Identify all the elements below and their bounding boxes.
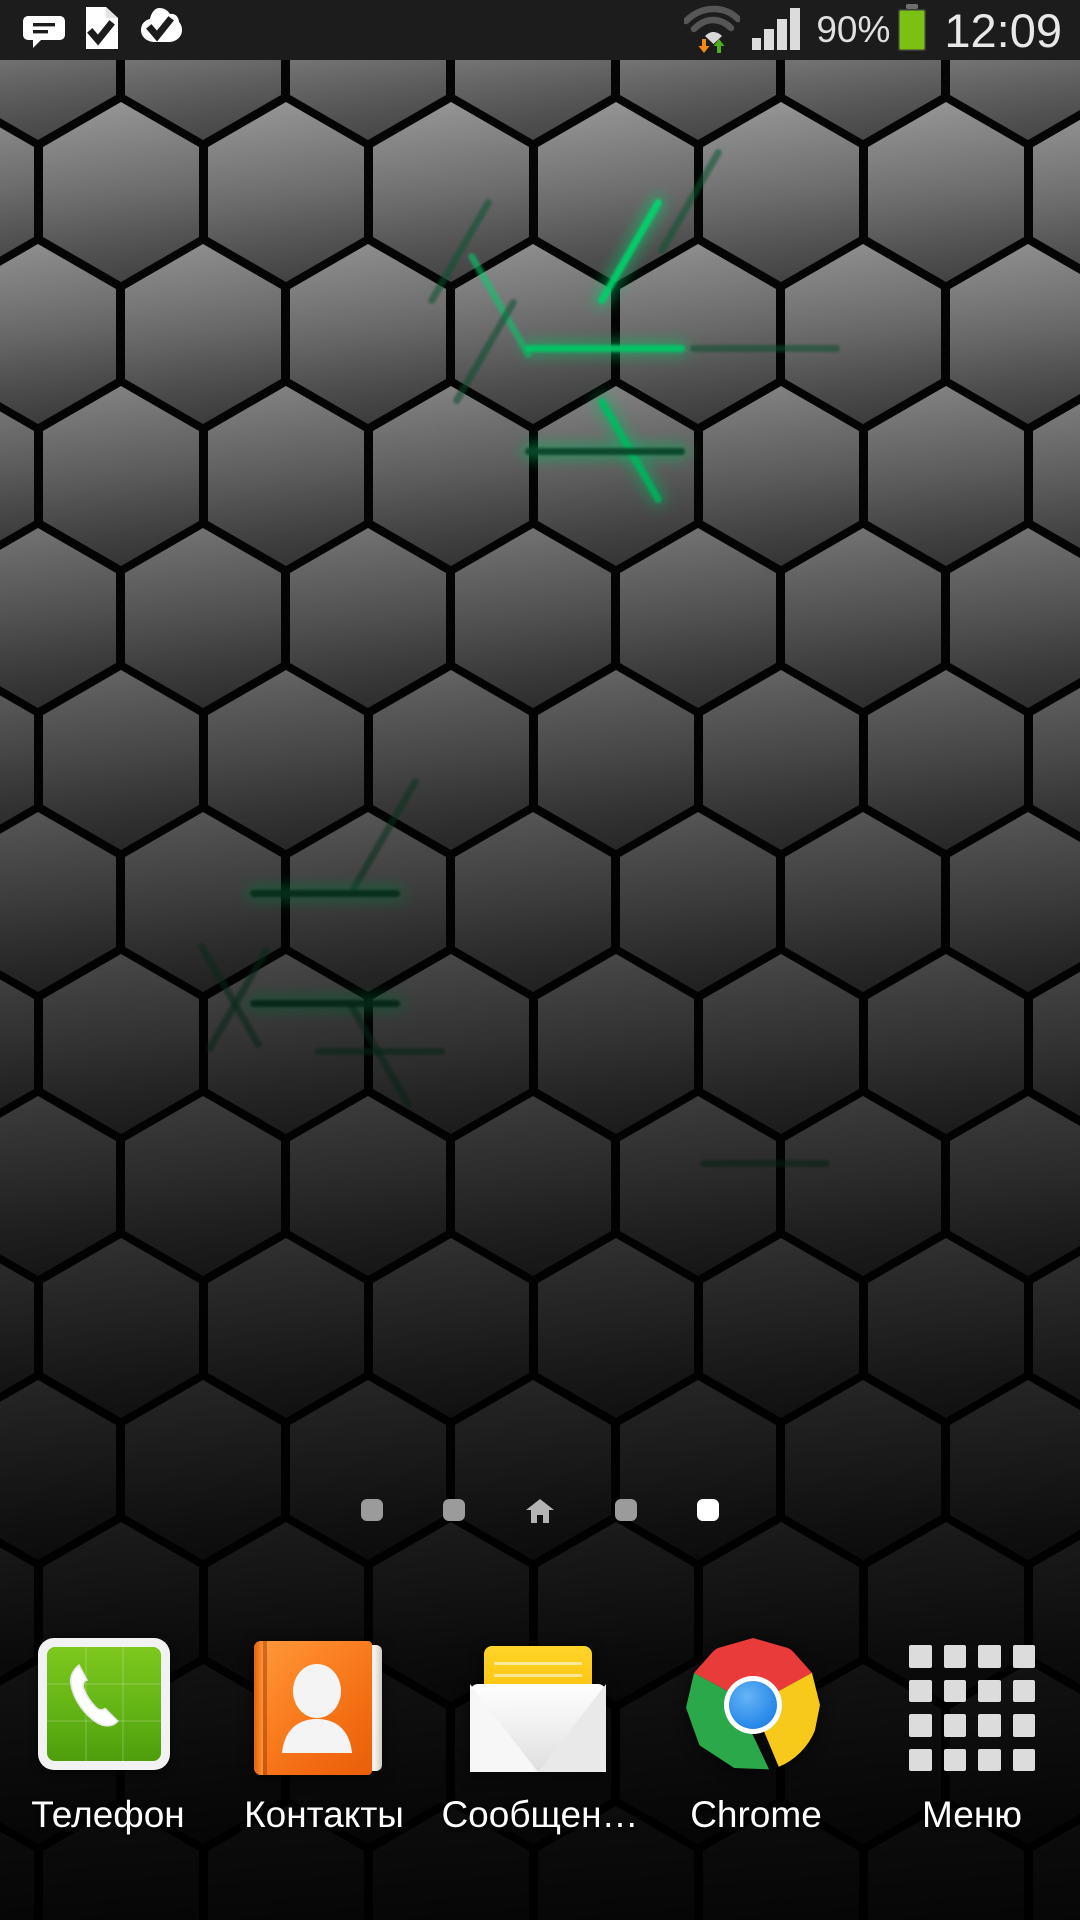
wallpaper-hexagon <box>620 528 776 708</box>
wallpaper-hexagon <box>125 244 281 424</box>
wallpaper-hexagon <box>43 386 199 566</box>
phone-icon[interactable] <box>38 1638 178 1778</box>
wallpaper-hexagon <box>125 1380 281 1560</box>
page-dot-1[interactable] <box>361 1499 383 1521</box>
wallpaper-hexagon <box>703 954 859 1134</box>
wallpaper-hexagon <box>620 1380 776 1560</box>
wallpaper-hexagon <box>208 386 364 566</box>
wallpaper-hexagon <box>0 1096 116 1276</box>
wallpaper-hexagon <box>43 102 199 282</box>
wallpaper-hexagon <box>950 1380 1080 1560</box>
dock-label-phone: Телефон <box>31 1794 185 1835</box>
wallpaper-hexagon <box>950 1096 1080 1276</box>
battery-icon <box>894 3 930 58</box>
document-check-icon <box>82 5 122 56</box>
page-indicator[interactable] <box>0 1490 1080 1530</box>
wallpaper-hexagon <box>208 1238 364 1418</box>
wallpaper-hexagon <box>0 244 116 424</box>
wallpaper-hexagon <box>290 1380 446 1560</box>
wallpaper-hexagon <box>703 386 859 566</box>
page-dot-5[interactable] <box>697 1499 719 1521</box>
dock-label-app-drawer: Меню <box>922 1794 1022 1835</box>
dock-item-contacts[interactable]: Контакты <box>216 1620 432 1920</box>
page-dot-2[interactable] <box>443 1499 465 1521</box>
status-bar[interactable]: 90% 12:09 <box>0 0 1080 60</box>
wallpaper-hexagon <box>950 812 1080 992</box>
wallpaper-hexagon <box>455 244 611 424</box>
status-bar-system-icons[interactable]: 90% 12:09 <box>683 3 1080 58</box>
app-drawer-grid-icon[interactable] <box>902 1638 1042 1778</box>
wallpaper-hexagon <box>703 670 859 850</box>
contacts-icon[interactable] <box>254 1638 394 1778</box>
chrome-icon[interactable] <box>686 1638 826 1778</box>
wallpaper-hexagon <box>0 1380 116 1560</box>
dock: Телефон Контакты Сообщен… Chrome Меню <box>0 1620 1080 1920</box>
wallpaper-hexagon <box>290 1096 446 1276</box>
wallpaper-hexagon <box>868 954 1024 1134</box>
wallpaper-hexagon <box>43 670 199 850</box>
wallpaper-hexagon <box>620 812 776 992</box>
wallpaper-hexagon <box>868 670 1024 850</box>
wallpaper-hexagon <box>290 528 446 708</box>
wallpaper-hexagon <box>373 954 529 1134</box>
wallpaper-hexagon <box>620 244 776 424</box>
wallpaper-hexagon <box>620 1096 776 1276</box>
wallpaper-hexagon <box>290 812 446 992</box>
wallpaper-hexagon <box>538 102 694 282</box>
status-bar-notifications[interactable] <box>0 5 184 56</box>
wallpaper-hexagon <box>538 954 694 1134</box>
dock-item-messages[interactable]: Сообщен… <box>432 1620 648 1920</box>
wallpaper-hexagon <box>455 812 611 992</box>
wallpaper-hexagon <box>785 244 941 424</box>
dock-label-contacts: Контакты <box>244 1794 404 1835</box>
wallpaper-hexagon <box>868 102 1024 282</box>
wallpaper-hexagon <box>785 812 941 992</box>
wallpaper-hexagon <box>208 102 364 282</box>
wallpaper-hexagon <box>455 1096 611 1276</box>
page-dot-4[interactable] <box>615 1499 637 1521</box>
wallpaper-hexagon <box>868 386 1024 566</box>
messages-icon[interactable] <box>470 1638 610 1778</box>
wallpaper-hexagon <box>950 244 1080 424</box>
wifi-icon <box>683 3 742 58</box>
wallpaper-hexagon <box>125 528 281 708</box>
wallpaper-hexagon <box>950 528 1080 708</box>
wallpaper-hexagon <box>455 528 611 708</box>
wallpaper-hexagon <box>538 670 694 850</box>
battery-percent-label: 90% <box>816 9 891 50</box>
wallpaper-hexagon <box>785 528 941 708</box>
dock-item-phone[interactable]: Телефон <box>0 1620 216 1920</box>
wallpaper-hexagon <box>785 1380 941 1560</box>
wallpaper-hexagon <box>290 244 446 424</box>
wallpaper-hexagon <box>373 1238 529 1418</box>
wallpaper-hexagon <box>703 1238 859 1418</box>
dock-label-chrome: Chrome <box>690 1794 822 1835</box>
messaging-icon <box>22 6 66 55</box>
wallpaper-hexagon <box>868 1238 1024 1418</box>
wallpaper-hexagon <box>455 1380 611 1560</box>
wallpaper-hexagon <box>785 1096 941 1276</box>
wallpaper-hexagon <box>703 102 859 282</box>
home-page-icon[interactable] <box>525 1497 555 1523</box>
wallpaper-hexagon <box>0 812 116 992</box>
wallpaper-hexagon <box>0 528 116 708</box>
wallpaper-hexagon <box>43 954 199 1134</box>
wallpaper-hexagon <box>538 1238 694 1418</box>
wallpaper-hexagon <box>373 386 529 566</box>
home-screen: 90% 12:09 Телефон Контакты Сообщен… Chro… <box>0 0 1080 1920</box>
wallpaper-hexagon <box>208 954 364 1134</box>
wallpaper-hexagon <box>208 670 364 850</box>
wallpaper-hexagon <box>125 1096 281 1276</box>
wallpaper-hexagon <box>538 386 694 566</box>
cellular-signal-icon <box>750 4 804 57</box>
dock-item-app-drawer[interactable]: Меню <box>864 1620 1080 1920</box>
dock-label-messages: Сообщен… <box>441 1794 639 1835</box>
wallpaper-hexagon <box>125 812 281 992</box>
dock-item-chrome[interactable]: Chrome <box>648 1620 864 1920</box>
wallpaper-hexagon <box>43 1238 199 1418</box>
wallpaper-hexagon <box>373 670 529 850</box>
wallpaper-hexagon <box>373 102 529 282</box>
clock: 12:09 <box>944 3 1062 57</box>
cloud-check-icon <box>138 5 184 56</box>
